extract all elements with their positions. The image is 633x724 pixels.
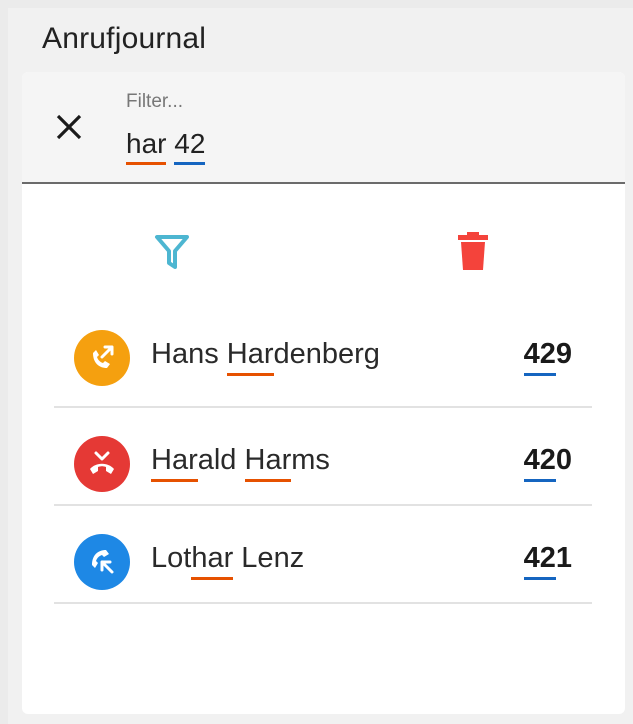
name-match-highlight: Har — [244, 444, 292, 482]
list-item[interactable]: Lothar Lenz 421 — [54, 506, 592, 604]
outgoing-call-icon — [74, 330, 130, 386]
incoming-call-icon — [74, 534, 130, 590]
page-title: Anrufjournal — [42, 22, 207, 55]
filter-term-space — [166, 128, 174, 159]
number-match-highlight: 42 — [523, 542, 557, 580]
caller-name: Hans Hardenberg — [151, 338, 380, 376]
filter-bar[interactable]: Filter... har 42 — [22, 72, 625, 184]
caller-number: 429 — [523, 338, 572, 376]
trash-icon — [458, 232, 488, 270]
caller-number: 421 — [523, 542, 572, 580]
caller-number: 420 — [523, 444, 572, 482]
missed-call-icon — [74, 436, 130, 492]
list-item[interactable]: Harald Harms 420 — [54, 408, 592, 506]
name-match-highlight: Har — [226, 338, 274, 376]
name-match-highlight: Har — [151, 444, 198, 482]
delete-journal-button[interactable] — [456, 230, 490, 272]
name-match-highlight: har — [191, 542, 234, 580]
filter-input[interactable]: har 42 — [126, 128, 206, 165]
list-item[interactable]: Hans Hardenberg 429 — [54, 312, 592, 408]
caller-name: Harald Harms — [151, 444, 330, 482]
filter-button[interactable] — [154, 232, 190, 272]
filter-term-number: 42 — [174, 128, 206, 165]
filter-label: Filter... — [126, 91, 184, 112]
call-list: Hans Hardenberg 429 Harald Harms 420 Lot… — [54, 312, 592, 604]
call-journal-app: Anrufjournal Filter... har 42 Hans Harde… — [8, 8, 633, 724]
caller-name: Lothar Lenz — [151, 542, 305, 580]
filter-icon — [155, 235, 189, 269]
filter-term-name: har — [126, 128, 167, 165]
call-journal-card: Filter... har 42 Hans Hardenberg 429 Har… — [22, 72, 625, 714]
journal-actions — [22, 232, 625, 278]
clear-filter-button[interactable] — [52, 110, 86, 144]
number-match-highlight: 42 — [523, 338, 557, 376]
number-match-highlight: 42 — [523, 444, 557, 482]
close-icon — [56, 114, 82, 140]
